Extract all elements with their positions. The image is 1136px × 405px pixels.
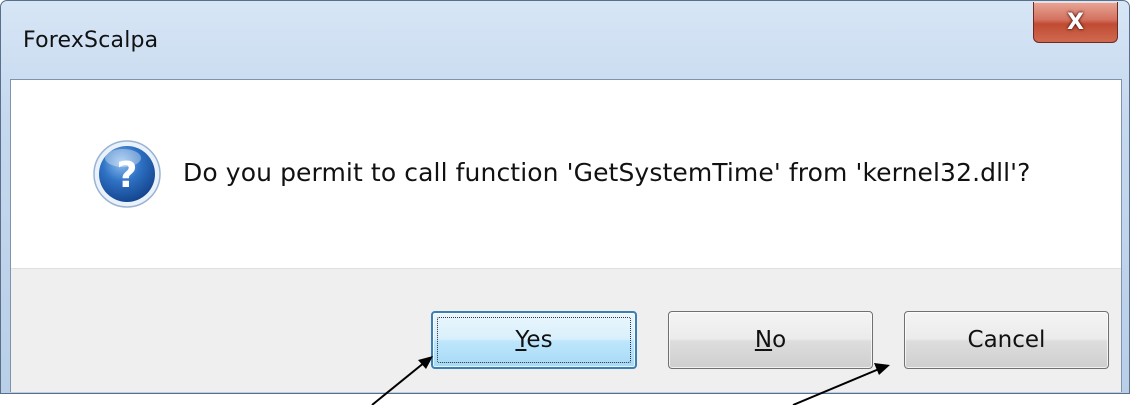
no-button[interactable]: No [668,311,873,369]
no-label: No [754,327,787,353]
dialog-window: ForexScalpa X ? Do you permit to call fu… [0,0,1130,394]
close-icon: X [1067,9,1084,35]
message-area: ? Do you permit to call function 'GetSys… [11,80,1121,268]
dialog-client-area: ? Do you permit to call function 'GetSys… [10,79,1122,392]
button-panel: Yes No Cancel [11,268,1121,392]
title-bar[interactable]: ForexScalpa X [1,1,1129,79]
cancel-label: Cancel [967,327,1046,353]
window-title: ForexScalpa [23,28,159,53]
focus-ring [437,317,631,363]
cancel-button[interactable]: Cancel [904,311,1109,369]
close-button[interactable]: X [1033,2,1118,43]
question-icon: ? [93,140,161,208]
yes-button[interactable]: Yes [431,311,637,369]
dialog-message: Do you permit to call function 'GetSyste… [183,158,1031,187]
svg-text:?: ? [117,155,138,196]
